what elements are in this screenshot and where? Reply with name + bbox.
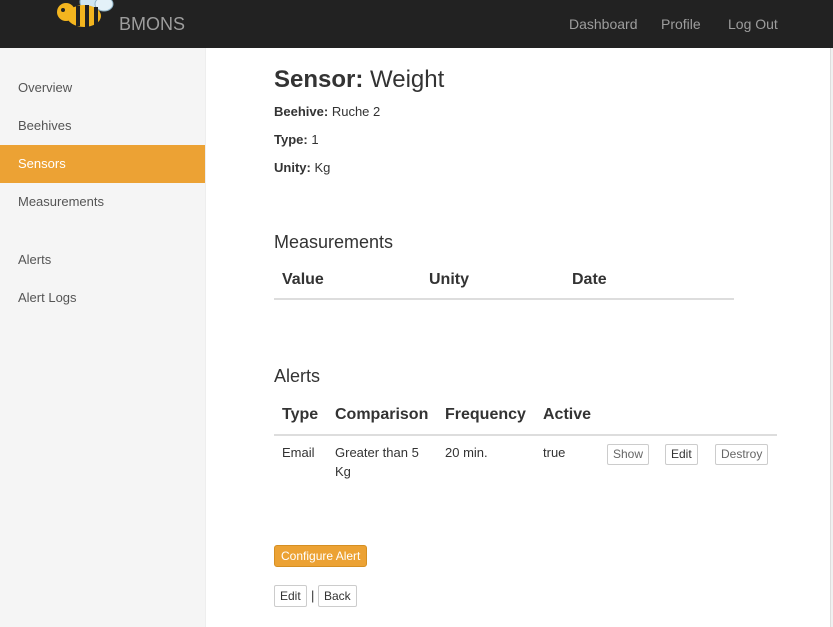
alerts-heading: Alerts bbox=[274, 366, 321, 386]
alert-frequency-cell: 20 min. bbox=[445, 445, 488, 460]
sensor-edit-button[interactable]: Edit bbox=[274, 585, 307, 607]
configure-alert-button[interactable]: Configure Alert bbox=[274, 545, 368, 567]
beehive-label: Beehive: bbox=[274, 104, 329, 119]
action-separator: | bbox=[311, 588, 315, 603]
measurements-col-value: Value bbox=[282, 271, 324, 288]
type-label: Type: bbox=[274, 132, 308, 147]
sidebar-item-sensors[interactable]: Sensors bbox=[0, 145, 205, 183]
unity-value: Kg bbox=[314, 160, 331, 175]
sidebar-item-overview[interactable]: Overview bbox=[0, 69, 205, 107]
sidebar-item-beehives[interactable]: Beehives bbox=[0, 107, 205, 145]
bee-icon bbox=[57, 0, 114, 27]
type-field: Type: 1 bbox=[274, 132, 319, 147]
measurements-col-unity: Unity bbox=[429, 271, 469, 288]
alerts-col-comparison: Comparison bbox=[335, 406, 429, 423]
measurements-col-date: Date bbox=[572, 271, 607, 288]
beehive-field: Beehive: Ruche 2 bbox=[274, 104, 380, 119]
title-value: Weight bbox=[370, 66, 445, 93]
measurements-heading: Measurements bbox=[274, 232, 394, 252]
nav-dashboard[interactable]: Dashboard bbox=[569, 16, 638, 32]
sidebar-item-measurements[interactable]: Measurements bbox=[0, 183, 205, 221]
alert-comparison-line2: Kg bbox=[335, 464, 351, 479]
alerts-col-frequency: Frequency bbox=[445, 406, 526, 423]
main-content: Sensor: Weight Beehive: Ruche 2 Type: 1 … bbox=[206, 48, 833, 627]
beehive-value: Ruche 2 bbox=[331, 104, 381, 119]
alerts-col-type: Type bbox=[282, 406, 319, 423]
alert-destroy-button[interactable]: Destroy bbox=[715, 444, 769, 465]
back-button[interactable]: Back bbox=[318, 585, 357, 607]
sidebar-item-alert-logs[interactable]: Alert Logs bbox=[0, 279, 205, 317]
nav-logout[interactable]: Log Out bbox=[728, 16, 778, 32]
brand-name[interactable]: BMONS bbox=[119, 14, 185, 35]
top-navbar: BMONS Dashboard Profile Log Out bbox=[0, 0, 833, 48]
title-prefix: Sensor: bbox=[274, 66, 364, 93]
alert-active-cell: true bbox=[543, 445, 566, 460]
alert-edit-button[interactable]: Edit bbox=[665, 444, 698, 465]
nav-profile[interactable]: Profile bbox=[661, 16, 701, 32]
alert-comparison-line1: Greater than 5 bbox=[335, 445, 419, 460]
sidebar-item-alerts[interactable]: Alerts bbox=[0, 241, 205, 279]
alerts-table-divider bbox=[274, 434, 777, 436]
alert-show-button[interactable]: Show bbox=[607, 444, 650, 465]
alerts-col-active: Active bbox=[543, 406, 592, 423]
type-value: 1 bbox=[311, 132, 319, 147]
unity-field: Unity: Kg bbox=[274, 160, 330, 175]
page-title: Sensor: Weight bbox=[274, 66, 444, 94]
alert-type-cell: Email bbox=[282, 445, 315, 460]
unity-label: Unity: bbox=[274, 160, 311, 175]
sidebar: Overview Beehives Sensors Measurements A… bbox=[0, 48, 206, 627]
measurements-table-divider bbox=[274, 298, 734, 300]
